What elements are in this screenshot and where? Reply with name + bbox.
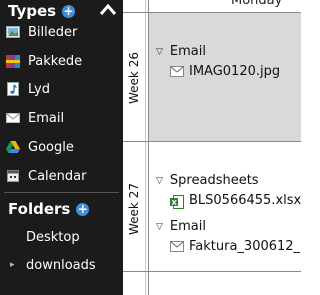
grid-line (123, 12, 301, 13)
chevron-up-icon[interactable] (98, 2, 118, 18)
folder-item-downloads[interactable]: ▸ downloads (10, 254, 96, 276)
week-label-column (123, 0, 145, 295)
sidebar-item-label: Calendar (28, 168, 87, 184)
grid-line (123, 141, 301, 142)
grid-line (148, 0, 149, 295)
group-title: Spreadsheets (169, 173, 259, 188)
add-folder-icon[interactable]: + (76, 202, 90, 216)
day-header: Monday (149, 0, 301, 12)
week-label-27: Week 27 (127, 183, 141, 235)
group-spreadsheets-week27[interactable]: ▽ Spreadsheets (156, 173, 259, 188)
entry-name: Faktura_300612_ (189, 239, 301, 254)
group-title: Email (169, 44, 206, 59)
excel-file-icon: X (170, 194, 184, 209)
envelope-icon (170, 240, 184, 253)
envelope-icon (170, 65, 184, 78)
calendar-icon (6, 170, 20, 183)
svg-text:X: X (172, 199, 178, 207)
music-note-icon (6, 82, 20, 96)
image-icon (6, 26, 20, 39)
sidebar-item-email[interactable]: Email (6, 107, 118, 129)
sidebar-divider (4, 192, 119, 193)
folder-label: Desktop (26, 229, 80, 245)
folder-label: downloads (26, 257, 96, 273)
entry-bls0566455[interactable]: X BLS0566455.xlsx (170, 193, 302, 209)
group-title: Email (169, 219, 206, 234)
collapse-triangle-icon[interactable]: ▽ (156, 222, 163, 232)
types-header: Types + (8, 0, 76, 22)
google-drive-icon (6, 141, 20, 154)
folders-title: Folders (8, 200, 71, 218)
folders-header: Folders + (8, 198, 90, 220)
types-title: Types (8, 2, 57, 20)
week-label-26: Week 26 (127, 52, 141, 104)
collapse-triangle-icon[interactable]: ▽ (156, 47, 163, 57)
entry-name: BLS0566455.xlsx (189, 193, 302, 208)
entry-faktura[interactable]: Faktura_300612_ (170, 239, 300, 254)
sidebar-item-label: Google (28, 139, 74, 155)
archive-icon (6, 54, 20, 68)
folder-item-desktop[interactable]: Desktop (10, 226, 80, 248)
group-email-week26[interactable]: ▽ Email (156, 44, 206, 59)
group-email-week27[interactable]: ▽ Email (156, 219, 206, 234)
entry-imag0120[interactable]: IMAG0120.jpg (170, 64, 280, 79)
sidebar-item-label: Billeder (28, 24, 78, 40)
entry-name: IMAG0120.jpg (189, 64, 281, 79)
grid-line (145, 0, 146, 295)
sidebar-item-pakkede[interactable]: Pakkede (6, 50, 118, 72)
envelope-icon (6, 112, 20, 125)
expand-arrow-icon[interactable]: ▸ (10, 260, 20, 270)
sidebar-item-label: Email (28, 110, 65, 126)
collapse-triangle-icon[interactable]: ▽ (156, 176, 163, 186)
sidebar-item-label: Pakkede (28, 53, 83, 69)
day-header-label: Monday (231, 0, 283, 8)
sidebar-item-google[interactable]: Google (6, 136, 118, 158)
sidebar-item-calendar[interactable]: Calendar (6, 165, 118, 187)
sidebar-item-label: Lyd (28, 81, 50, 97)
sidebar-item-billeder[interactable]: Billeder (6, 21, 118, 43)
grid-line (123, 271, 301, 272)
sidebar-item-lyd[interactable]: Lyd (6, 78, 118, 100)
sidebar: Types + Billeder Pakkede Lyd Email Googl… (0, 0, 123, 295)
add-type-icon[interactable]: + (62, 4, 76, 18)
